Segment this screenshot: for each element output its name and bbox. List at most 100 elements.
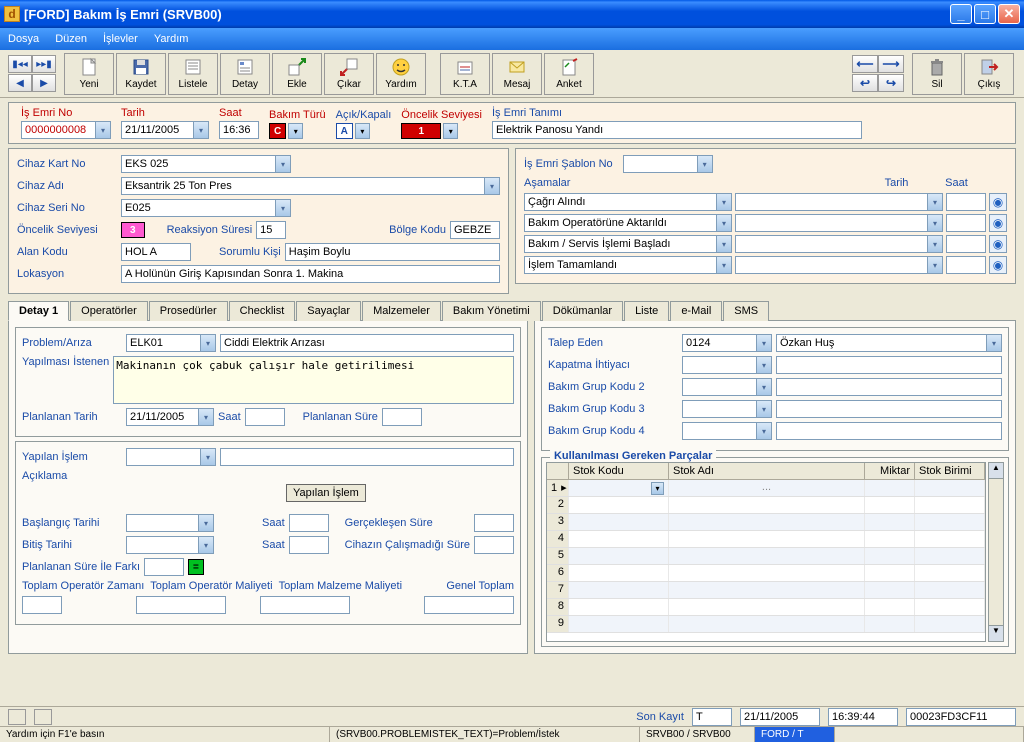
listele-button[interactable]: Listele [168, 53, 218, 95]
arrow-right-down[interactable]: ↪ [878, 74, 904, 92]
arrow-left-down[interactable]: ↩ [852, 74, 878, 92]
stage-date-combo[interactable]: ▾ [735, 235, 943, 253]
minimize-button[interactable]: _ [950, 4, 972, 24]
anket-button[interactable]: Anket [544, 53, 594, 95]
bolge-input[interactable] [450, 221, 500, 239]
chevron-down-icon[interactable]: ▾ [756, 357, 771, 373]
chevron-down-icon[interactable]: ▾ [756, 423, 771, 439]
stage-action-button[interactable]: ◉ [989, 193, 1007, 211]
kartno-combo[interactable]: EKS 025▾ [121, 155, 291, 173]
stage-date-combo[interactable]: ▾ [735, 214, 943, 232]
gerceklesen-input[interactable] [474, 514, 514, 532]
chevron-down-icon[interactable]: ▾ [275, 156, 290, 172]
grup4-input[interactable] [776, 422, 1002, 440]
stage-date-combo[interactable]: ▾ [735, 193, 943, 211]
col-stokkodu[interactable]: Stok Kodu [569, 463, 669, 479]
tab-operatorler[interactable]: Operatörler [70, 301, 148, 321]
menu-dosya[interactable]: Dosya [8, 33, 39, 45]
chevron-down-icon[interactable]: ▾ [756, 401, 771, 417]
nav-first-button[interactable]: ▮◂◂ [8, 55, 32, 73]
sil-button[interactable]: Sil [912, 53, 962, 95]
stage-time-input[interactable] [946, 256, 986, 274]
serino-combo[interactable]: E025▾ [121, 199, 291, 217]
chevron-down-icon[interactable]: ▾ [198, 409, 213, 425]
yeni-button[interactable]: Yeni [64, 53, 114, 95]
stage-time-input[interactable] [946, 235, 986, 253]
table-row[interactable]: 9 [547, 616, 985, 633]
chevron-down-icon[interactable]: ▾ [716, 194, 731, 210]
talep-code-combo[interactable]: 0124▾ [682, 334, 772, 352]
table-row[interactable]: 6 [547, 565, 985, 582]
yapilan-islem-button[interactable]: Yapılan İşlem [286, 484, 366, 502]
chevron-down-icon[interactable]: ▾ [200, 335, 215, 351]
yapilan-text-input[interactable] [220, 448, 514, 466]
sablon-combo[interactable]: ▾ [623, 155, 713, 173]
topop-input[interactable] [22, 596, 62, 614]
isemrino-combo[interactable]: 0000000008▾ [21, 121, 111, 139]
alan-input[interactable] [121, 243, 191, 261]
saat-input[interactable] [219, 121, 259, 139]
table-row[interactable]: 1▸▾... [547, 480, 985, 497]
chevron-down-icon[interactable]: ▾ [756, 335, 771, 351]
genel-input[interactable] [424, 596, 514, 614]
grup2-combo[interactable]: ▾ [682, 378, 772, 396]
baslangic-combo[interactable]: ▾ [126, 514, 214, 532]
col-stokadi[interactable]: Stok Adı [669, 463, 865, 479]
chevron-down-icon[interactable]: ▾ [716, 236, 731, 252]
chevron-down-icon[interactable]: ▾ [443, 123, 458, 139]
tab-malzemeler[interactable]: Malzemeler [362, 301, 441, 321]
tanim-input[interactable] [492, 121, 862, 139]
col-miktar[interactable]: Miktar [865, 463, 915, 479]
menu-duzen[interactable]: Düzen [55, 33, 87, 45]
chevron-down-icon[interactable]: ▾ [927, 194, 942, 210]
yardim-button[interactable]: Yardım [376, 53, 426, 95]
tab-bakimyonetimi[interactable]: Bakım Yönetimi [442, 301, 541, 321]
parts-grid[interactable]: Stok Kodu Stok Adı Miktar Stok Birimi 1▸… [546, 462, 986, 642]
bitis-saat-input[interactable] [289, 536, 329, 554]
chevron-down-icon[interactable]: ▾ [716, 257, 731, 273]
adi-combo[interactable]: Eksantrik 25 Ton Pres▾ [121, 177, 500, 195]
nav-last-button[interactable]: ▸▸▮ [32, 55, 56, 73]
tab-dokumanlar[interactable]: Dökümanlar [542, 301, 623, 321]
cikar-button[interactable]: Çıkar [324, 53, 374, 95]
stage-date-combo[interactable]: ▾ [735, 256, 943, 274]
nav-prev-button[interactable]: ◀ [8, 74, 32, 92]
stage-combo[interactable]: İşlem Tamamlandı▾ [524, 256, 732, 274]
stage-time-input[interactable] [946, 193, 986, 211]
table-row[interactable]: 7 [547, 582, 985, 599]
tab-detay1[interactable]: Detay 1 [8, 301, 69, 321]
table-row[interactable]: 5 [547, 548, 985, 565]
stage-action-button[interactable]: ◉ [989, 235, 1007, 253]
table-row[interactable]: 8 [547, 599, 985, 616]
footer-btn1[interactable] [8, 709, 26, 725]
scroll-down-icon[interactable]: ▼ [989, 625, 1003, 641]
ekle-button[interactable]: Ekle [272, 53, 322, 95]
chevron-down-icon[interactable]: ▾ [288, 123, 303, 139]
sorumlu-input[interactable] [285, 243, 500, 261]
table-row[interactable]: 2 [547, 497, 985, 514]
tab-email[interactable]: e-Mail [670, 301, 722, 321]
kta-button[interactable]: K.T.A [440, 53, 490, 95]
chevron-down-icon[interactable]: ▾ [756, 379, 771, 395]
table-row[interactable]: 3 [547, 514, 985, 531]
nav-next-button[interactable]: ▶ [32, 74, 56, 92]
plantarih-combo[interactable]: 21/11/2005▾ [126, 408, 214, 426]
stage-action-button[interactable]: ◉ [989, 256, 1007, 274]
arrow-right-up[interactable]: ⟶ [878, 55, 904, 73]
stage-time-input[interactable] [946, 214, 986, 232]
chevron-down-icon[interactable]: ▾ [193, 122, 208, 138]
stage-action-button[interactable]: ◉ [989, 214, 1007, 232]
grup4-combo[interactable]: ▾ [682, 422, 772, 440]
chevron-down-icon[interactable]: ▾ [484, 178, 499, 194]
table-row[interactable]: 4 [547, 531, 985, 548]
menu-islevler[interactable]: İşlevler [103, 33, 138, 45]
chevron-down-icon[interactable]: ▾ [986, 335, 1001, 351]
kapatma-combo[interactable]: ▾ [682, 356, 772, 374]
reaksiyon-input[interactable] [256, 221, 286, 239]
tab-liste[interactable]: Liste [624, 301, 669, 321]
chevron-down-icon[interactable]: ▾ [716, 215, 731, 231]
bitis-combo[interactable]: ▾ [126, 536, 214, 554]
plansaat-input[interactable] [245, 408, 285, 426]
tab-sms[interactable]: SMS [723, 301, 769, 321]
istenen-textarea[interactable] [113, 356, 514, 404]
